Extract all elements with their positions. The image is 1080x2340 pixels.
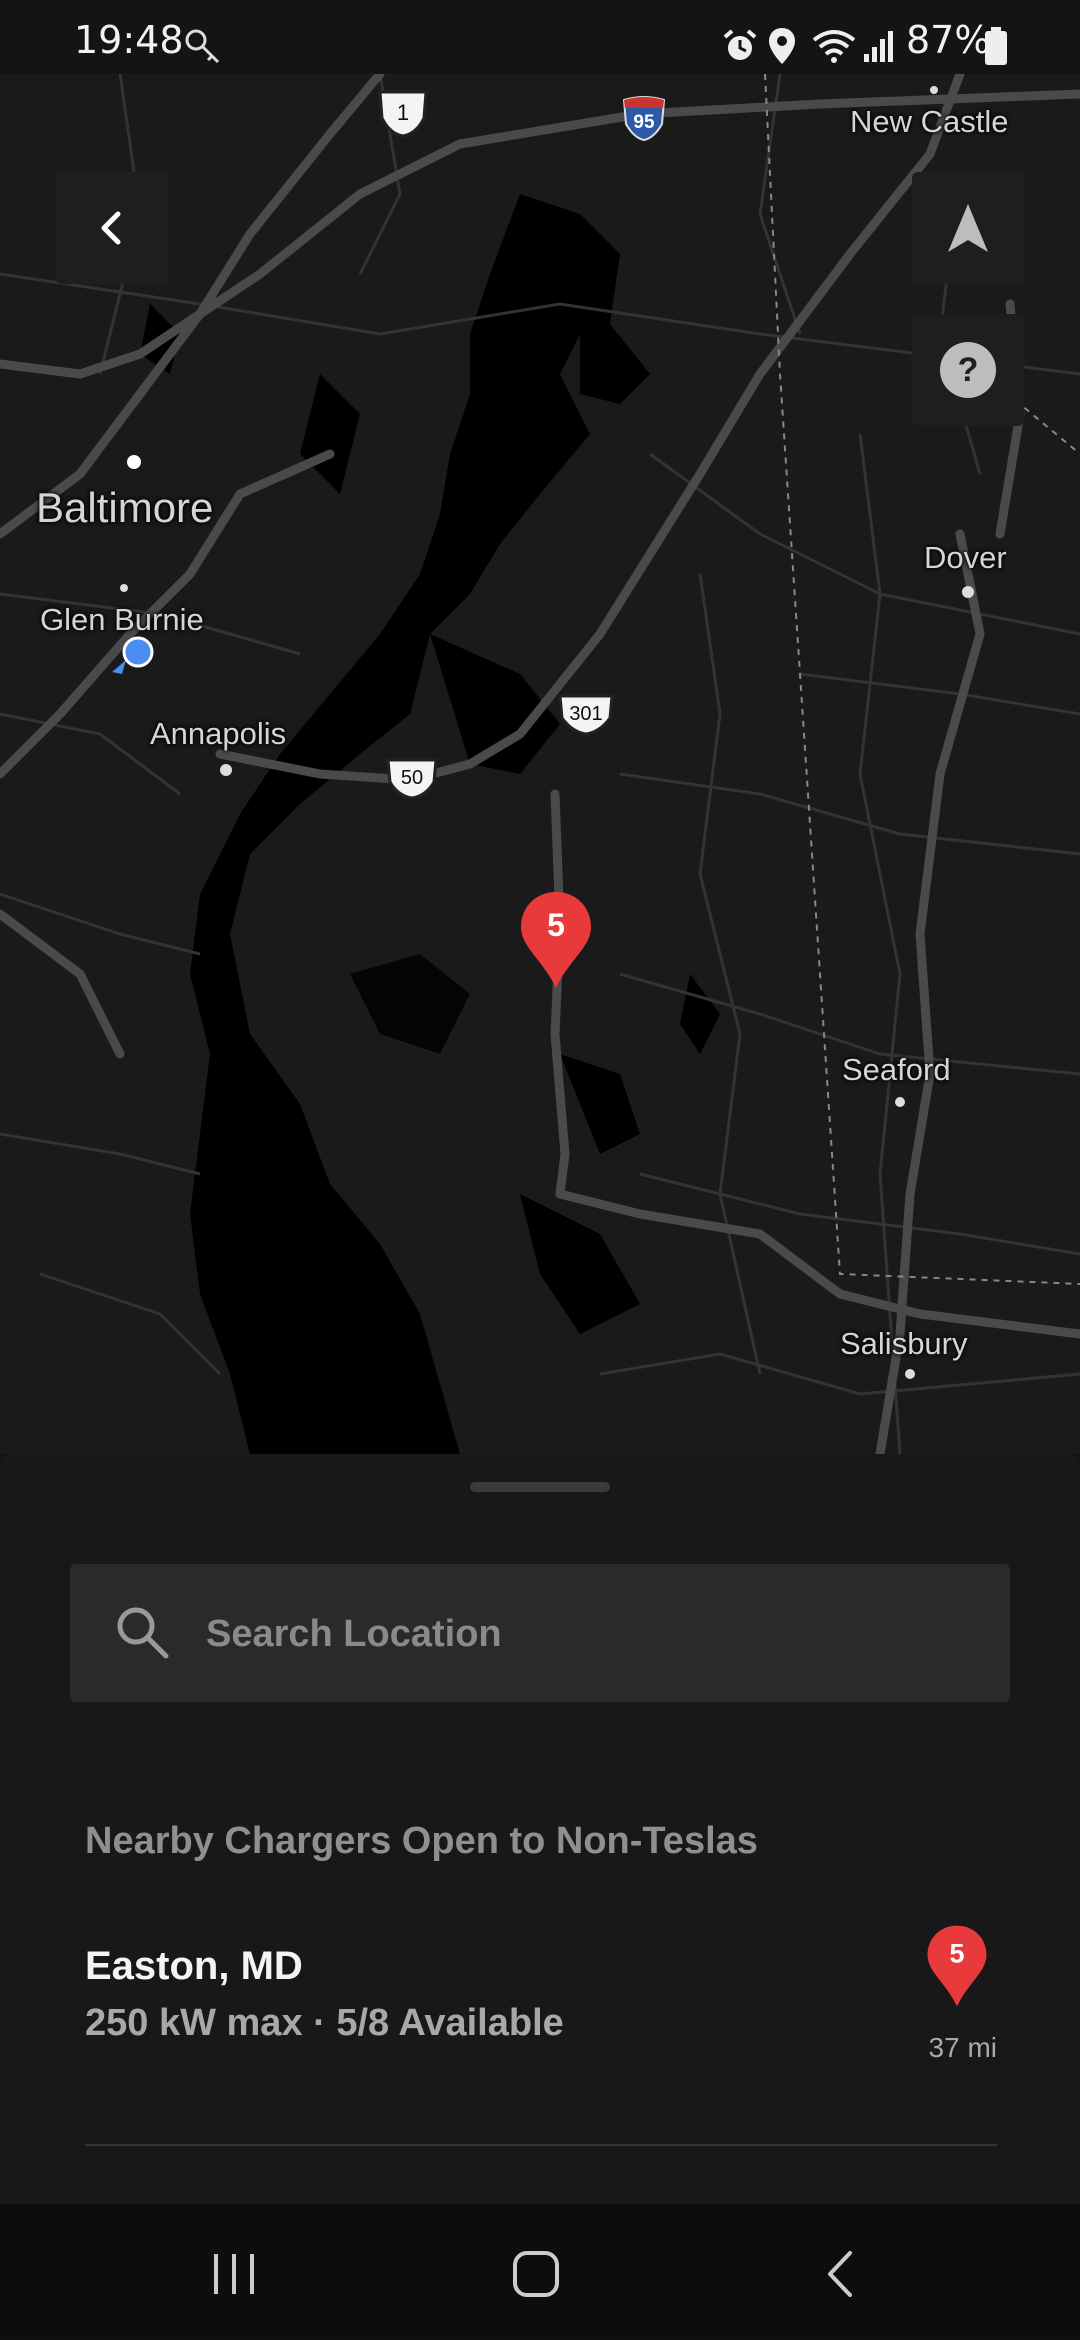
us50-shield: 50 — [386, 758, 438, 800]
us1-label: 1 — [397, 100, 409, 125]
map-label-salisbury: Salisbury — [840, 1326, 968, 1361]
help-icon: ? — [940, 342, 996, 398]
charger-list-item[interactable]: Easton, MD 250 kW max · 5/8 Available 5 … — [85, 1925, 997, 2144]
system-back-icon — [828, 2251, 852, 2297]
map-label-baltimore: Baltimore — [36, 484, 214, 531]
section-title: Nearby Chargers Open to Non-Teslas — [85, 1820, 758, 1862]
recenter-button[interactable] — [912, 172, 1024, 284]
charger-distance: 37 mi — [928, 2032, 997, 2063]
charger-pin-icon: 5 — [927, 1925, 987, 2007]
charger-pin-map[interactable]: 5 — [518, 890, 594, 990]
search-icon — [117, 1607, 169, 1659]
current-location-icon — [112, 636, 154, 674]
status-bar: 19:48 87% — [0, 0, 1080, 74]
map-label-dover: Dover — [924, 540, 1007, 575]
us1-shield: 1 — [378, 90, 428, 138]
search-input[interactable] — [204, 1598, 968, 1670]
i95-label: 95 — [633, 112, 655, 133]
sheet-drag-handle[interactable] — [470, 1482, 610, 1492]
status-time: 19:48 — [74, 18, 184, 62]
battery-icon — [985, 27, 1007, 65]
charger-pin-count: 5 — [950, 1939, 965, 1969]
system-back-button[interactable] — [810, 2244, 870, 2304]
home-button[interactable] — [506, 2244, 566, 2304]
navigate-arrow-icon — [948, 204, 988, 252]
key-icon — [185, 29, 220, 64]
back-icon — [101, 211, 121, 245]
alarm-icon — [723, 29, 757, 60]
recent-apps-icon — [214, 2254, 254, 2294]
charger-city: Easton, MD — [85, 1944, 303, 1988]
battery-percent: 87% — [906, 18, 991, 62]
us301-label: 301 — [569, 703, 602, 725]
system-nav-bar — [0, 2204, 1080, 2340]
signal-icon — [864, 31, 893, 62]
home-icon — [513, 2251, 559, 2297]
map-label-seaford: Seaford — [842, 1052, 951, 1087]
back-button[interactable] — [56, 172, 168, 284]
map-label-annapolis: Annapolis — [150, 716, 287, 751]
map-label-glen-burnie: Glen Burnie — [40, 602, 204, 637]
location-icon — [769, 28, 795, 64]
recent-apps-button[interactable] — [204, 2244, 264, 2304]
us50-label: 50 — [401, 767, 423, 789]
help-glyph: ? — [958, 351, 979, 389]
wifi-icon — [812, 30, 856, 63]
map-label-new-castle: New Castle — [850, 104, 1009, 139]
charger-details: 250 kW max · 5/8 Available — [85, 2002, 564, 2044]
map-view[interactable]: New Castle Baltimore Glen Burnie Annapol… — [0, 74, 1080, 1454]
divider — [85, 2144, 997, 2146]
i95-shield: 95 — [622, 96, 666, 142]
help-button[interactable]: ? — [912, 314, 1024, 426]
bottom-sheet: Nearby Chargers Open to Non-Teslas Easto… — [0, 1454, 1080, 2204]
search-bar[interactable] — [70, 1564, 1010, 1702]
us301-shield: 301 — [558, 694, 614, 736]
pin-count: 5 — [547, 907, 565, 943]
